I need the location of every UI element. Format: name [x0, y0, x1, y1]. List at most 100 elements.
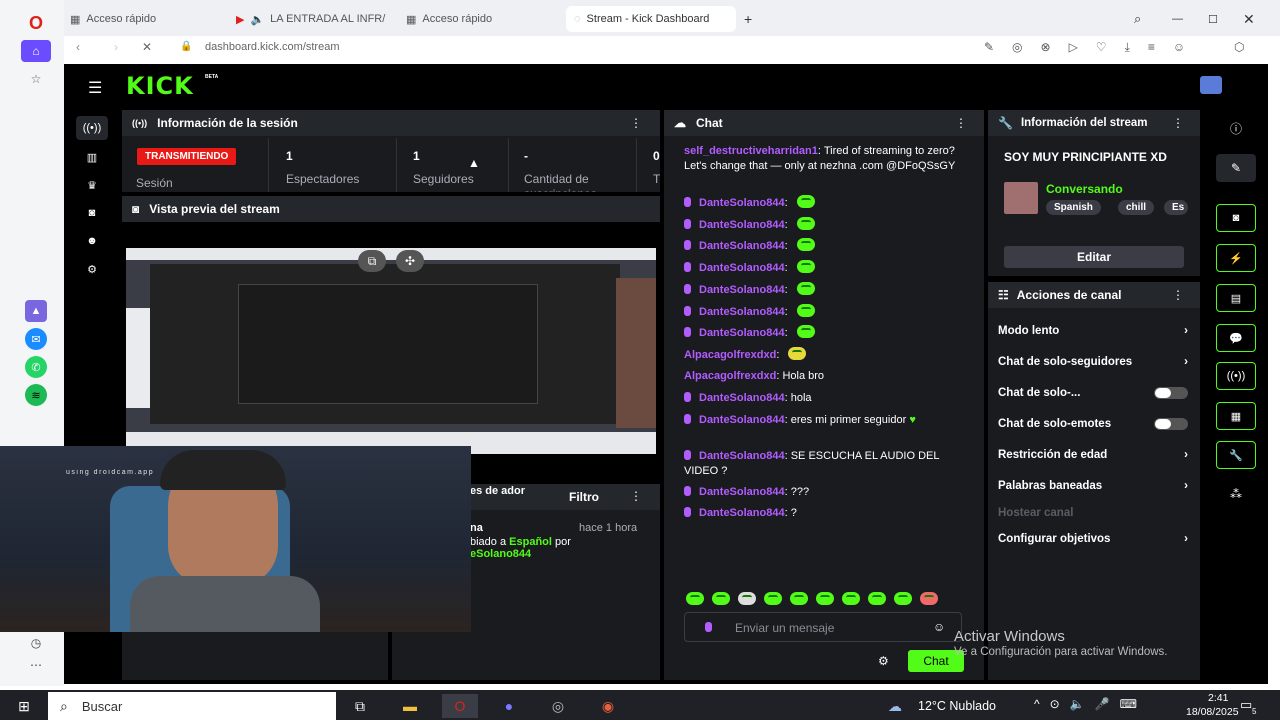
search-tabs-icon[interactable]: ⌕ [1134, 6, 1141, 32]
history-icon[interactable]: ◷ [21, 632, 51, 654]
preview-header: ◙ Vista previa del stream [122, 196, 660, 222]
stream-preview[interactable] [126, 248, 656, 454]
minimize-button[interactable]: — [1172, 6, 1183, 32]
app-icon[interactable]: ● [491, 694, 527, 718]
action-emotes-only[interactable]: Chat de solo-emotes [998, 418, 1188, 430]
activity-menu-icon[interactable]: ⋮ [630, 489, 642, 503]
stream-title: SOY MUY PRINCIPIANTE XD [1004, 150, 1167, 164]
chat-message: DanteSolano844: [684, 260, 969, 276]
extension-icon[interactable]: ⬡ [1234, 40, 1244, 54]
rail-lightning-button[interactable]: ⚡ [1216, 244, 1256, 272]
subs-value: - [524, 149, 528, 163]
action-subs-only[interactable]: Chat de solo-... [998, 387, 1188, 399]
edit-pen-icon[interactable]: ✎ [1216, 154, 1256, 182]
action-banned-words[interactable]: Palabras baneadas › [998, 480, 1188, 492]
wrench-icon: 🔧 [998, 116, 1013, 130]
clock-date[interactable]: 18/08/2025 [1186, 706, 1239, 718]
chevron-right-icon: › [1184, 356, 1188, 368]
nav-community-icon[interactable]: ☻ [76, 229, 108, 253]
chevron-right-icon: › [1184, 480, 1188, 492]
forward-icon[interactable]: › [114, 40, 118, 54]
home-icon[interactable]: ⌂ [21, 40, 51, 62]
emote-bar[interactable] [686, 592, 966, 606]
chat-bubble-icon: ☁ [674, 116, 686, 130]
rail-chat-button[interactable]: 💬 [1216, 324, 1256, 352]
more-icon[interactable]: ⋯ [21, 654, 51, 676]
star-icon[interactable]: ☆ [21, 68, 51, 90]
viewers-value: 1 [286, 149, 293, 163]
url-input[interactable]: dashboard.kick.com/stream [205, 41, 340, 53]
chat-input[interactable]: Enviar un mensaje ☺ [684, 612, 962, 642]
emoji-icon[interactable]: ☺ [933, 620, 945, 634]
rail-broadcast-button[interactable]: ((•)) [1216, 362, 1256, 390]
file-explorer-icon[interactable]: ▬ [392, 694, 428, 718]
rail-notes-button[interactable]: ▤ [1216, 284, 1256, 312]
windows-start-icon[interactable]: ⊞ [6, 694, 42, 718]
aria-icon[interactable]: ▲ [25, 300, 47, 322]
new-tab-button[interactable]: + [744, 6, 752, 32]
emote-icon [738, 592, 756, 605]
chat-menu-icon[interactable]: ⋮ [955, 116, 967, 130]
messenger-icon[interactable]: ✉ [25, 328, 47, 350]
action-slow-mode[interactable]: Modo lento › [998, 325, 1188, 337]
hamburger-menu-icon[interactable]: ☰ [88, 78, 102, 98]
nav-broadcast-icon[interactable]: ◙ [76, 201, 108, 225]
expand-icon[interactable]: ✣ [396, 250, 424, 272]
info-icon[interactable]: ⓘ [1216, 114, 1256, 142]
browser-toolbar-icons[interactable]: ✎◎⊗▷♡⤓≡☺ [984, 40, 1203, 55]
action-followers-only[interactable]: Chat de solo-seguidores › [998, 356, 1188, 368]
taskbar-search[interactable]: ⌕ Buscar [48, 692, 336, 720]
preview-dialog [238, 284, 538, 404]
rail-apps-icon[interactable]: ⁂ [1216, 480, 1256, 508]
close-window-button[interactable]: ✕ [1243, 6, 1255, 32]
nav-trophy-icon[interactable]: ♛ [76, 173, 108, 197]
edit-button[interactable]: Editar [1004, 246, 1184, 268]
subs-label: Cantidad de suscripciones [524, 172, 597, 192]
chat-message: self_destructiveharridan1: Tired of stre… [684, 145, 956, 172]
chevron-right-icon: › [1184, 325, 1188, 337]
app-icon[interactable]: ◎ [540, 694, 576, 718]
spotify-icon[interactable]: ≋ [25, 384, 47, 406]
maximize-button[interactable]: ☐ [1208, 6, 1218, 32]
user-avatar[interactable] [1200, 76, 1222, 94]
filter-button[interactable]: Filtro [569, 490, 599, 504]
clock-time[interactable]: 2:41 [1208, 692, 1228, 704]
youtube-icon: ▶ [236, 13, 245, 26]
channel-actions-menu-icon[interactable]: ⋮ [1172, 288, 1184, 302]
notification-icon[interactable]: ▭ [1240, 697, 1252, 713]
opera-taskbar-icon[interactable]: O [442, 694, 478, 718]
search-icon: ⌕ [60, 697, 68, 714]
tab-quick-access-1[interactable]: ▦ Acceso rápido [70, 6, 230, 32]
action-age-restriction[interactable]: Restricción de edad › [998, 449, 1188, 461]
tab-kick-dashboard[interactable]: ◌ Stream - Kick Dashboard [566, 6, 736, 32]
chrome-icon[interactable]: ◉ [590, 694, 626, 718]
rail-layout-button[interactable]: ▦ [1216, 402, 1256, 430]
divider [636, 138, 637, 192]
emote-icon [796, 217, 815, 230]
whatsapp-icon[interactable]: ✆ [25, 356, 47, 378]
session-menu-icon[interactable]: ⋮ [630, 116, 642, 130]
weather-text[interactable]: 12°C Nublado [918, 699, 996, 713]
tab-quick-access-2[interactable]: ▦ Acceso rápido [406, 6, 564, 32]
nav-settings-icon[interactable]: ⚙ [76, 257, 108, 281]
task-view-icon[interactable]: ⧉ [342, 694, 378, 718]
stop-loading-icon[interactable]: ✕ [142, 40, 152, 54]
emote-icon [894, 592, 912, 605]
kick-logo[interactable]: KICK [126, 72, 194, 100]
tray-icons[interactable]: ^⊙🔈🎤⌨ [1034, 697, 1147, 711]
chat-message: DanteSolano844: [684, 238, 969, 254]
stream-info-menu-icon[interactable]: ⋮ [1172, 116, 1184, 130]
category-name[interactable]: Conversando [1046, 182, 1123, 196]
popout-icon[interactable]: ⧉ [358, 250, 386, 272]
tab-youtube[interactable]: ▶ 🔈 LA ENTRADA AL INFR/ [236, 6, 394, 32]
action-goals[interactable]: Configurar objetivos › [998, 533, 1188, 545]
rail-preview-button[interactable]: ◙ [1216, 204, 1256, 232]
notification-count: 5 [1252, 707, 1257, 716]
back-icon[interactable]: ‹ [76, 40, 80, 54]
opera-logo-icon[interactable]: O [21, 12, 51, 34]
nav-stream-icon[interactable]: ((•)) [76, 116, 108, 140]
rail-wrench-button[interactable]: 🔧 [1216, 441, 1256, 469]
chat-settings-icon[interactable]: ⚙ [878, 654, 889, 668]
nav-analytics-icon[interactable]: ▥ [76, 145, 108, 169]
actions-icon: ☷ [998, 288, 1009, 302]
